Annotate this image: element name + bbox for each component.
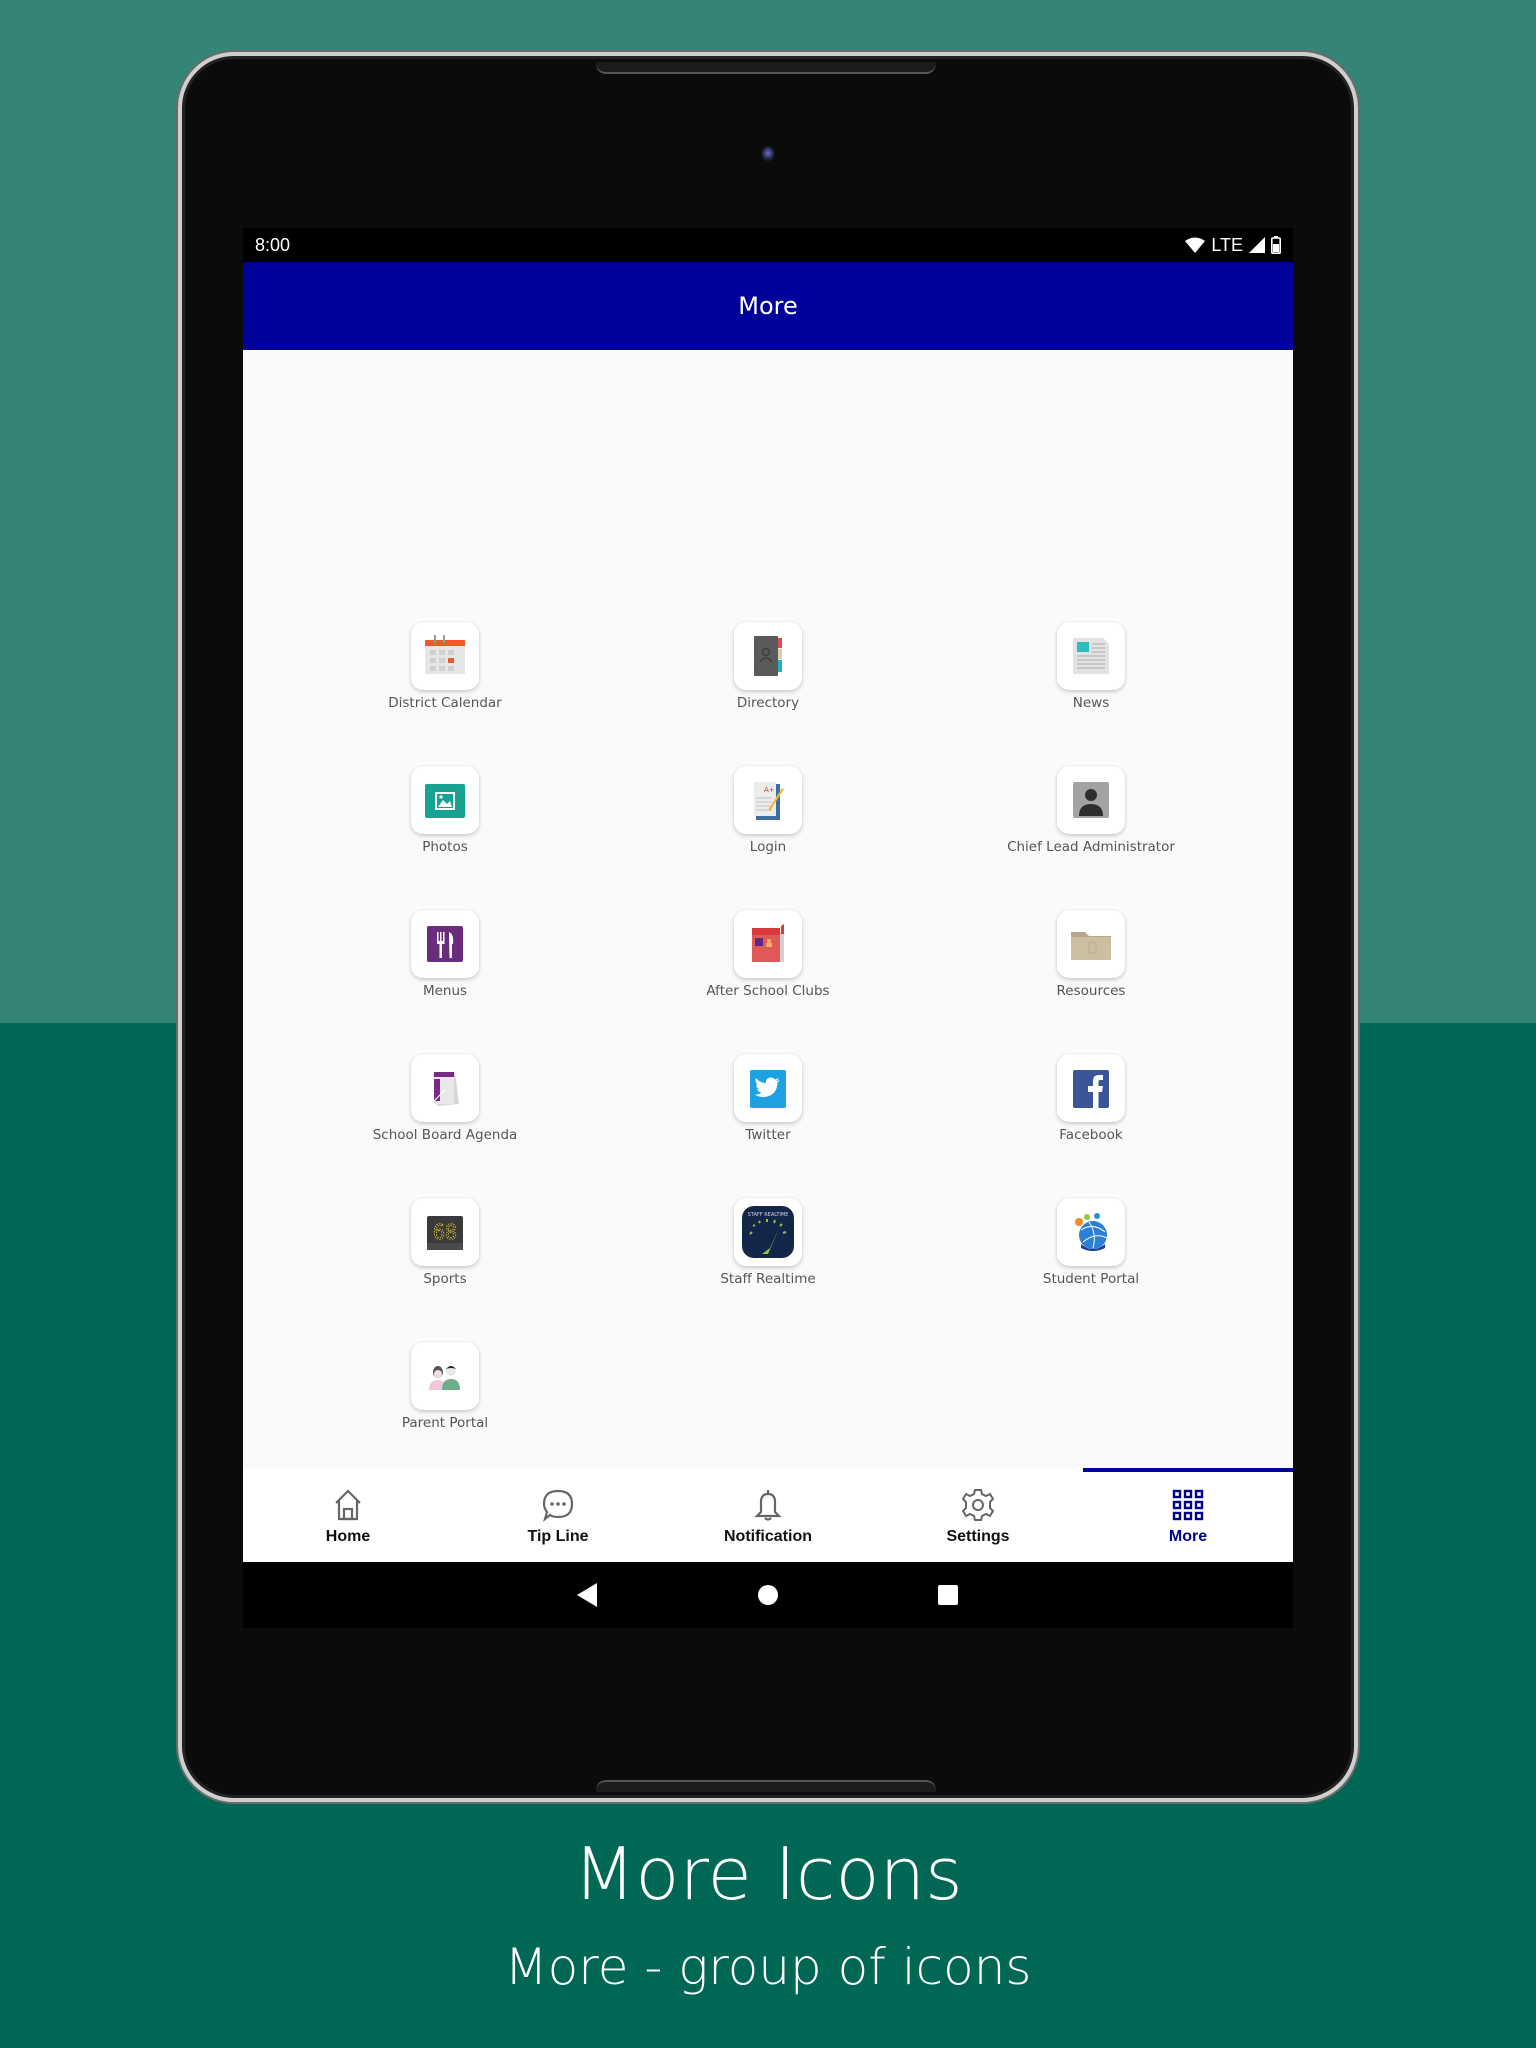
tile-label: Student Portal xyxy=(1042,1271,1140,1287)
tile-label: Login xyxy=(749,839,787,855)
gauge-icon: STAFF REALTIME xyxy=(742,1206,794,1258)
svg-text:STAFF REALTIME: STAFF REALTIME xyxy=(748,1212,789,1218)
tile-label: News xyxy=(1072,695,1110,711)
camera-icon xyxy=(762,146,774,162)
status-bar: 8:00 LTE xyxy=(243,228,1293,262)
wifi-icon xyxy=(1185,237,1206,253)
tablet-bottom-notch xyxy=(596,1780,936,1792)
tile-label: Resources xyxy=(1056,983,1126,999)
tab-notification[interactable]: Notification xyxy=(663,1468,873,1562)
home-icon xyxy=(335,1489,361,1521)
home-circle-icon xyxy=(758,1585,778,1605)
tile-label: Photos xyxy=(422,839,468,855)
tab-label: Tip Line xyxy=(527,1528,589,1545)
directory-book-icon xyxy=(754,636,782,676)
photo-icon xyxy=(425,784,465,818)
status-time: 8:00 xyxy=(255,234,291,255)
tile-menus[interactable]: Menus xyxy=(345,910,545,1000)
bottom-tab-bar: Home Tip Line Notification Settings More xyxy=(243,1468,1293,1562)
tile-label: Facebook xyxy=(1059,1127,1123,1143)
tile-after-school-clubs[interactable]: After School Clubs xyxy=(668,910,868,1000)
battery-icon xyxy=(1271,236,1281,254)
club-booth-icon xyxy=(752,924,784,962)
tile-label: Sports xyxy=(423,1271,467,1287)
scoreboard-icon: 68 xyxy=(427,1216,463,1250)
fork-knife-icon xyxy=(427,926,463,962)
tab-tip-line[interactable]: Tip Line xyxy=(453,1468,663,1562)
calendar-icon xyxy=(425,635,465,674)
device-screen: 8:00 LTE More District Calendar Director… xyxy=(243,228,1293,1628)
tile-label: Chief Lead Administrator xyxy=(1007,839,1175,855)
tile-label: District Calendar xyxy=(388,695,502,711)
tab-home[interactable]: Home xyxy=(243,1468,453,1562)
tile-parent-portal[interactable]: Parent Portal xyxy=(345,1342,545,1432)
facebook-icon xyxy=(1073,1070,1109,1108)
chat-bubble-icon xyxy=(542,1489,574,1522)
tile-login[interactable]: A+ Login xyxy=(668,766,868,856)
app-bar: More xyxy=(243,262,1293,350)
back-button[interactable] xyxy=(573,1580,603,1610)
recents-button[interactable] xyxy=(933,1580,963,1610)
gear-icon xyxy=(961,1489,995,1521)
parents-icon xyxy=(429,1366,460,1390)
network-type: LTE xyxy=(1211,234,1243,255)
home-nav-button[interactable] xyxy=(753,1580,783,1610)
tile-student-portal[interactable]: Student Portal xyxy=(991,1198,1191,1288)
svg-text:68: 68 xyxy=(433,1220,457,1244)
tile-sports[interactable]: 68 Sports xyxy=(345,1198,545,1288)
tab-label: Home xyxy=(325,1528,371,1545)
status-icons: LTE xyxy=(1185,235,1281,256)
tile-staff-realtime[interactable]: STAFF REALTIME Staff Realtime xyxy=(668,1198,868,1288)
newspaper-icon xyxy=(1073,638,1109,674)
tile-facebook[interactable]: Facebook xyxy=(991,1054,1191,1144)
twitter-icon xyxy=(750,1070,786,1108)
caption-subtitle: More - group of icons xyxy=(504,1938,1032,1996)
tile-label: Menus xyxy=(422,983,468,999)
login-notebook-icon: A+ xyxy=(754,782,784,820)
caption-title: More Icons xyxy=(573,1832,963,1916)
bell-icon xyxy=(754,1490,782,1521)
tile-school-board-agenda[interactable]: School Board Agenda xyxy=(345,1054,545,1144)
tile-label: Twitter xyxy=(745,1127,791,1143)
tile-label: After School Clubs xyxy=(706,983,830,999)
svg-text:A+: A+ xyxy=(764,786,775,794)
back-triangle-icon xyxy=(577,1583,597,1607)
tile-resources[interactable]: Resources xyxy=(991,910,1191,1000)
tab-label: Settings xyxy=(946,1528,1010,1545)
tile-district-calendar[interactable]: District Calendar xyxy=(345,622,545,712)
page-title: More xyxy=(738,292,798,320)
tile-directory[interactable]: Directory xyxy=(668,622,868,712)
agenda-icon xyxy=(433,1072,459,1106)
recents-square-icon xyxy=(938,1585,958,1605)
tile-label: School Board Agenda xyxy=(372,1127,518,1143)
administrator-icon xyxy=(1073,782,1109,818)
tile-label: Directory xyxy=(736,695,800,711)
tile-label: Staff Realtime xyxy=(720,1271,816,1287)
tab-label: Notification xyxy=(724,1528,812,1545)
tile-chief-lead-administrator[interactable]: Chief Lead Administrator xyxy=(991,766,1191,856)
tab-settings[interactable]: Settings xyxy=(873,1468,1083,1562)
grid-icon xyxy=(1172,1489,1204,1521)
signal-icon xyxy=(1249,237,1265,253)
tablet-top-notch xyxy=(596,62,936,74)
tab-label: More xyxy=(1168,1528,1208,1545)
system-nav-bar xyxy=(243,1562,1293,1628)
tile-twitter[interactable]: Twitter xyxy=(668,1054,868,1144)
tile-photos[interactable]: Photos xyxy=(345,766,545,856)
tab-more[interactable]: More xyxy=(1083,1468,1293,1562)
folder-icon xyxy=(1071,932,1111,960)
tile-news[interactable]: News xyxy=(991,622,1191,712)
tile-label: Parent Portal xyxy=(401,1415,489,1431)
globe-people-icon xyxy=(1075,1213,1108,1251)
